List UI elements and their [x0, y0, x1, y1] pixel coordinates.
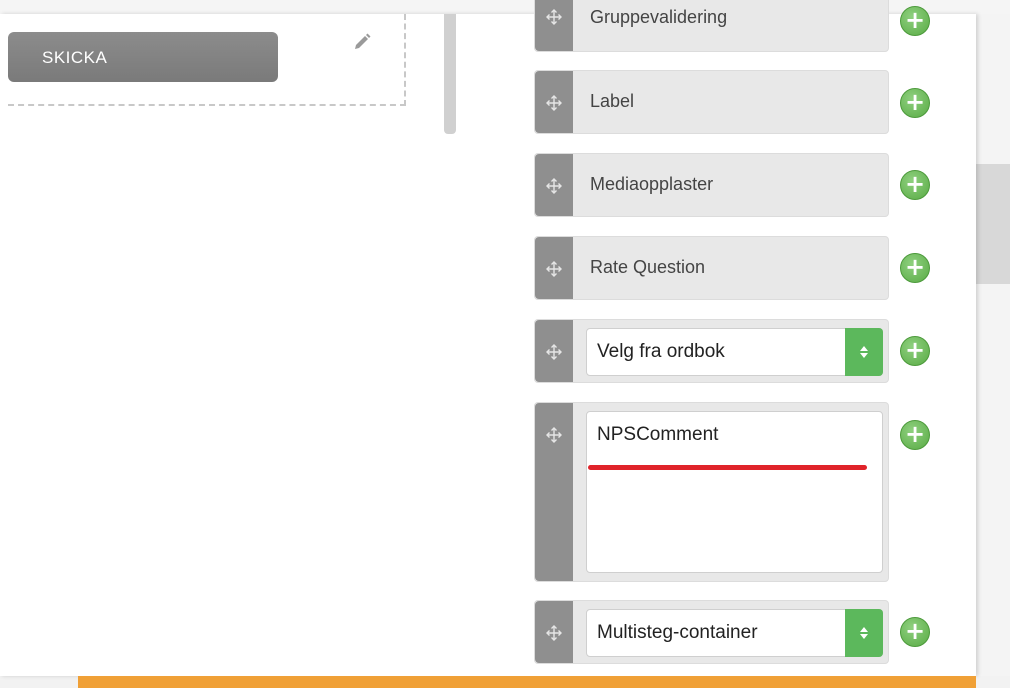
move-icon[interactable]: [535, 601, 573, 663]
move-icon[interactable]: [535, 0, 573, 51]
plus-icon[interactable]: +: [900, 170, 930, 200]
palette-item-label-field[interactable]: Label: [534, 70, 889, 134]
palette-item-label: Rate Question: [590, 257, 706, 277]
select-value: Velg fra ordbok: [597, 341, 725, 362]
pencil-icon[interactable]: [352, 32, 372, 52]
updown-caret-icon[interactable]: [845, 328, 883, 376]
plus-icon[interactable]: +: [900, 420, 930, 450]
palette-item-label: Label: [590, 91, 635, 111]
right-gutter: [976, 14, 1010, 688]
plus-icon[interactable]: +: [900, 336, 930, 366]
dictionary-select[interactable]: Velg fra ordbok: [586, 328, 883, 376]
palette-item-label: Gruppevalidering: [590, 7, 728, 27]
palette-item-rate-question[interactable]: Rate Question: [534, 236, 889, 300]
plus-icon[interactable]: +: [900, 88, 930, 118]
plus-icon[interactable]: +: [900, 6, 930, 36]
move-icon[interactable]: [535, 403, 573, 581]
red-underline-annotation: [588, 465, 867, 470]
palette-item-mediaopplaster[interactable]: Mediaopplaster: [534, 153, 889, 217]
orange-footer-bar: [78, 676, 976, 688]
updown-caret-icon[interactable]: [845, 609, 883, 657]
palette-item-gruppevalidering[interactable]: Gruppevalidering: [534, 0, 889, 52]
textarea-value: NPSComment: [597, 424, 719, 445]
plus-icon[interactable]: +: [900, 617, 930, 647]
preview-scrollbar[interactable]: [444, 14, 456, 134]
gutter-shade: [976, 164, 1010, 284]
submit-button[interactable]: SKICKA: [8, 32, 278, 82]
move-icon[interactable]: [535, 154, 573, 216]
nps-comment-textarea[interactable]: NPSComment: [586, 411, 883, 573]
move-icon[interactable]: [535, 320, 573, 382]
select-value: Multisteg-container: [597, 622, 758, 643]
plus-icon[interactable]: +: [900, 253, 930, 283]
multistep-container-select[interactable]: Multisteg-container: [586, 609, 883, 657]
move-icon[interactable]: [535, 237, 573, 299]
palette-item-label: Mediaopplaster: [590, 174, 714, 194]
move-icon[interactable]: [535, 71, 573, 133]
